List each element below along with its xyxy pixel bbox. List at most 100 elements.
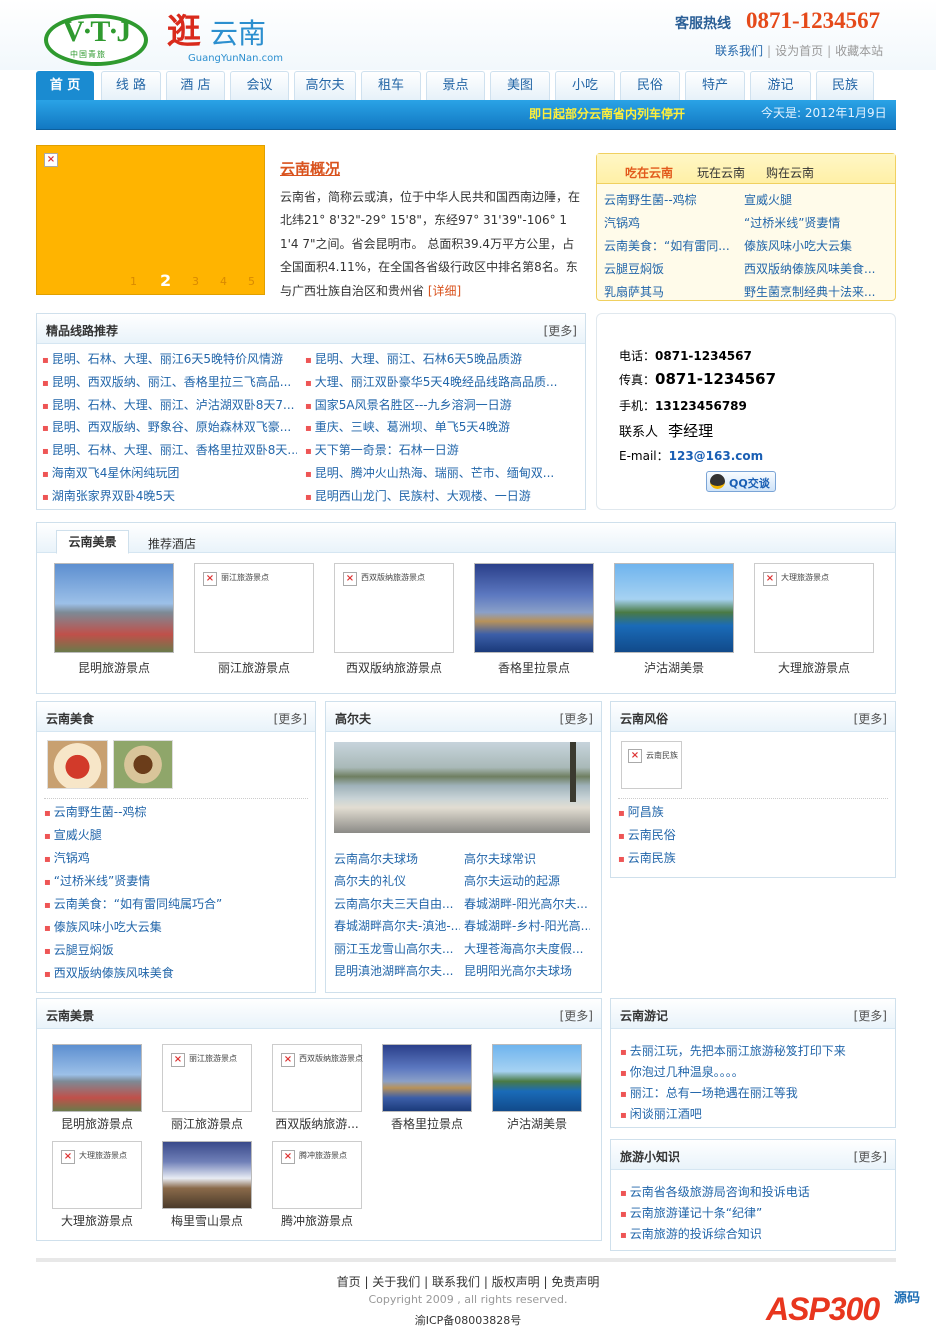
slide-page-1[interactable]: 1 [130, 275, 137, 288]
tab-eat[interactable]: 吃在云南 [625, 164, 673, 181]
customs-more-link[interactable]: [更多] [854, 710, 887, 727]
scenery-thumbnail[interactable] [614, 563, 734, 653]
route-item[interactable]: ▪ 昆明、西双版纳、丽江、香格里拉三飞高品... [42, 373, 297, 390]
scenery-thumbnail[interactable]: × 大理旅游景点 [52, 1141, 142, 1209]
tips-more-link[interactable]: [更多] [854, 1148, 887, 1165]
nav-tab-10[interactable]: 特产 [685, 71, 745, 100]
customs-photo[interactable]: × 云南民族 [621, 741, 682, 789]
thumbnail-caption[interactable]: 香格里拉景点 [372, 1115, 482, 1132]
scenery-thumbnail[interactable] [492, 1044, 582, 1112]
thumbnail-caption[interactable]: 丽江旅游景点 [152, 1115, 262, 1132]
contact-us-link[interactable]: 联系我们 [715, 44, 763, 58]
route-item[interactable]: ▪ 天下第一奇景：石林一日游 [305, 441, 577, 458]
scenery-thumbnail[interactable]: × 腾冲旅游景点 [272, 1141, 362, 1209]
thumbnail-caption[interactable]: 泸沽湖美景 [482, 1115, 592, 1132]
food-photo-2[interactable] [113, 740, 173, 789]
scenery-thumbnail[interactable] [162, 1141, 252, 1209]
route-item[interactable]: ▪ 重庆、三峡、葛洲坝、单飞5天4晚游 [305, 418, 577, 435]
golf-list-item[interactable]: 高尔夫球常识 [464, 850, 590, 867]
golf-list-item[interactable]: 高尔夫的礼仪 [334, 872, 460, 889]
travelogue-item[interactable]: ▪ 你泡过几种温泉。。。。 [620, 1063, 890, 1080]
scenery-thumbnail[interactable]: × 西双版纳旅游景点 [272, 1044, 363, 1112]
nav-tab-1[interactable]: 线 路 [101, 71, 161, 100]
tip-item[interactable]: ▪ 云南旅游谨记十条“纪律” [620, 1204, 890, 1221]
nav-tab-9[interactable]: 民俗 [620, 71, 680, 100]
nav-tab-5[interactable]: 租车 [361, 71, 421, 100]
food-tab-item[interactable]: “过桥米线”贤妻情 [744, 214, 879, 231]
thumbnail-caption[interactable]: 梅里雪山景点 [152, 1212, 262, 1229]
nav-tab-4[interactable]: 高尔夫 [294, 71, 356, 100]
tip-item[interactable]: ▪ 云南省各级旅游局咨询和投诉电话 [620, 1183, 890, 1200]
scenery-thumbnail[interactable]: × 大理旅游景点 [754, 563, 874, 653]
scenery-thumbnail[interactable] [52, 1044, 142, 1112]
customs-list-item[interactable]: ▪ 云南民俗 [618, 826, 878, 843]
bookmark-link[interactable]: 收藏本站 [835, 44, 883, 58]
tab-shop[interactable]: 购在云南 [766, 164, 814, 181]
travelogue-item[interactable]: ▪ 闲谈丽江酒吧 [620, 1105, 890, 1122]
travelogue-item[interactable]: ▪ 丽江：总有一场艳遇在丽江等我 [620, 1084, 890, 1101]
golf-more-link[interactable]: [更多] [560, 710, 593, 727]
food-tab-item[interactable]: 云腿豆焖饭 [604, 260, 732, 277]
golf-list-item[interactable]: 春城湖畔-乡村-阳光高... [464, 917, 590, 934]
golf-list-item[interactable]: 昆明阳光高尔夫球场 [464, 962, 590, 979]
golf-list-item[interactable]: 春城湖畔高尔夫-滇池-... [334, 917, 460, 934]
food-tab-item[interactable]: 云南美食：“如有雷同... [604, 237, 732, 254]
route-item[interactable]: ▪ 昆明、石林、大理、丽江、香格里拉双卧8天... [42, 441, 297, 458]
customs-list-item[interactable]: ▪ 云南民族 [618, 849, 878, 866]
food-list-item[interactable]: ▪ “过桥米线”贤妻情 [44, 872, 306, 889]
route-item[interactable]: ▪ 昆明、石林、大理、丽江、泸沽湖双卧8天7... [42, 396, 297, 413]
thumbnail-caption[interactable]: 昆明旅游景点 [42, 1115, 152, 1132]
qq-chat-button[interactable]: QQ交谈 [706, 471, 776, 492]
food-photo-1[interactable] [47, 740, 108, 789]
golf-photo[interactable] [334, 742, 590, 833]
thumbnail-caption[interactable]: 大理旅游景点 [744, 659, 884, 676]
footer-link-copyright[interactable]: 版权声明 [492, 1275, 540, 1289]
nav-tab-0[interactable]: 首 页 [36, 71, 94, 100]
nav-tab-7[interactable]: 美图 [490, 71, 550, 100]
scenery-thumbnail[interactable] [54, 563, 174, 653]
golf-list-item[interactable]: 春城湖畔-阳光高尔夫... [464, 895, 590, 912]
slide-page-2[interactable]: 2 [160, 271, 171, 290]
scenery-thumbnail[interactable]: × 丽江旅游景点 [194, 563, 314, 653]
food-tab-item[interactable]: 宣威火腿 [744, 191, 879, 208]
food-more-link[interactable]: [更多] [274, 710, 307, 727]
golf-list-item[interactable]: 云南高尔夫三天自由... [334, 895, 460, 912]
nav-tab-2[interactable]: 酒 店 [166, 71, 225, 100]
slide-page-3[interactable]: 3 [192, 275, 199, 288]
food-list-item[interactable]: ▪ 云腿豆焖饭 [44, 941, 306, 958]
nav-tab-12[interactable]: 民族 [816, 71, 874, 100]
nav-tab-8[interactable]: 小吃 [555, 71, 615, 100]
food-tab-item[interactable]: 乳扇萨其马 [604, 283, 732, 300]
footer-link-home[interactable]: 首页 [337, 1275, 361, 1289]
golf-list-item[interactable]: 昆明滇池湖畔高尔夫... [334, 962, 460, 979]
food-tab-item[interactable]: 野生菌烹制经典十法来... [744, 283, 879, 300]
golf-list-item[interactable]: 大理苍海高尔夫度假... [464, 940, 590, 957]
route-item[interactable]: ▪ 国家5A风景名胜区---九乡溶洞一日游 [305, 396, 577, 413]
nav-tab-3[interactable]: 会议 [230, 71, 289, 100]
food-list-item[interactable]: ▪ 宣威火腿 [44, 826, 306, 843]
notice-text[interactable]: 即日起部分云南省内列车停开 [529, 105, 685, 122]
route-item[interactable]: ▪ 海南双飞4星休闲纯玩团 [42, 464, 297, 481]
intro-title[interactable]: 云南概况 [280, 158, 340, 179]
golf-list-item[interactable]: 高尔夫运动的起源 [464, 872, 590, 889]
food-list-item[interactable]: ▪ 云南野生菌--鸡棕 [44, 803, 306, 820]
thumbnail-caption[interactable]: 西双版纳旅游景点 [324, 659, 464, 676]
slide-page-5[interactable]: 5 [248, 275, 255, 288]
food-list-item[interactable]: ▪ 云南美食：“如有雷同纯属巧合” [44, 895, 306, 912]
route-item[interactable]: ▪ 昆明、西双版纳、野象谷、原始森林双飞豪... [42, 418, 297, 435]
nav-tab-6[interactable]: 景点 [426, 71, 485, 100]
food-tab-item[interactable]: 西双版纳傣族风味美食... [744, 260, 879, 277]
footer-link-contact[interactable]: 联系我们 [432, 1275, 480, 1289]
route-item[interactable]: ▪ 湖南张家界双卧4晚5天 [42, 487, 297, 504]
thumbnail-caption[interactable]: 腾冲旅游景点 [262, 1212, 372, 1229]
intro-more-link[interactable]: [详细] [428, 284, 461, 298]
footer-link-disclaimer[interactable]: 免责声明 [551, 1275, 599, 1289]
travelogue-more-link[interactable]: [更多] [854, 1007, 887, 1024]
food-list-item[interactable]: ▪ 傣族风味小吃大云集 [44, 918, 306, 935]
thumbnail-caption[interactable]: 香格里拉景点 [464, 659, 604, 676]
food-list-item[interactable]: ▪ 汽锅鸡 [44, 849, 306, 866]
thumbnail-caption[interactable]: 丽江旅游景点 [184, 659, 324, 676]
golf-list-item[interactable]: 云南高尔夫球场 [334, 850, 460, 867]
route-item[interactable]: ▪ 昆明、大理、丽江、石林6天5晚品质游 [305, 350, 577, 367]
scenery-thumbnail[interactable] [474, 563, 594, 653]
